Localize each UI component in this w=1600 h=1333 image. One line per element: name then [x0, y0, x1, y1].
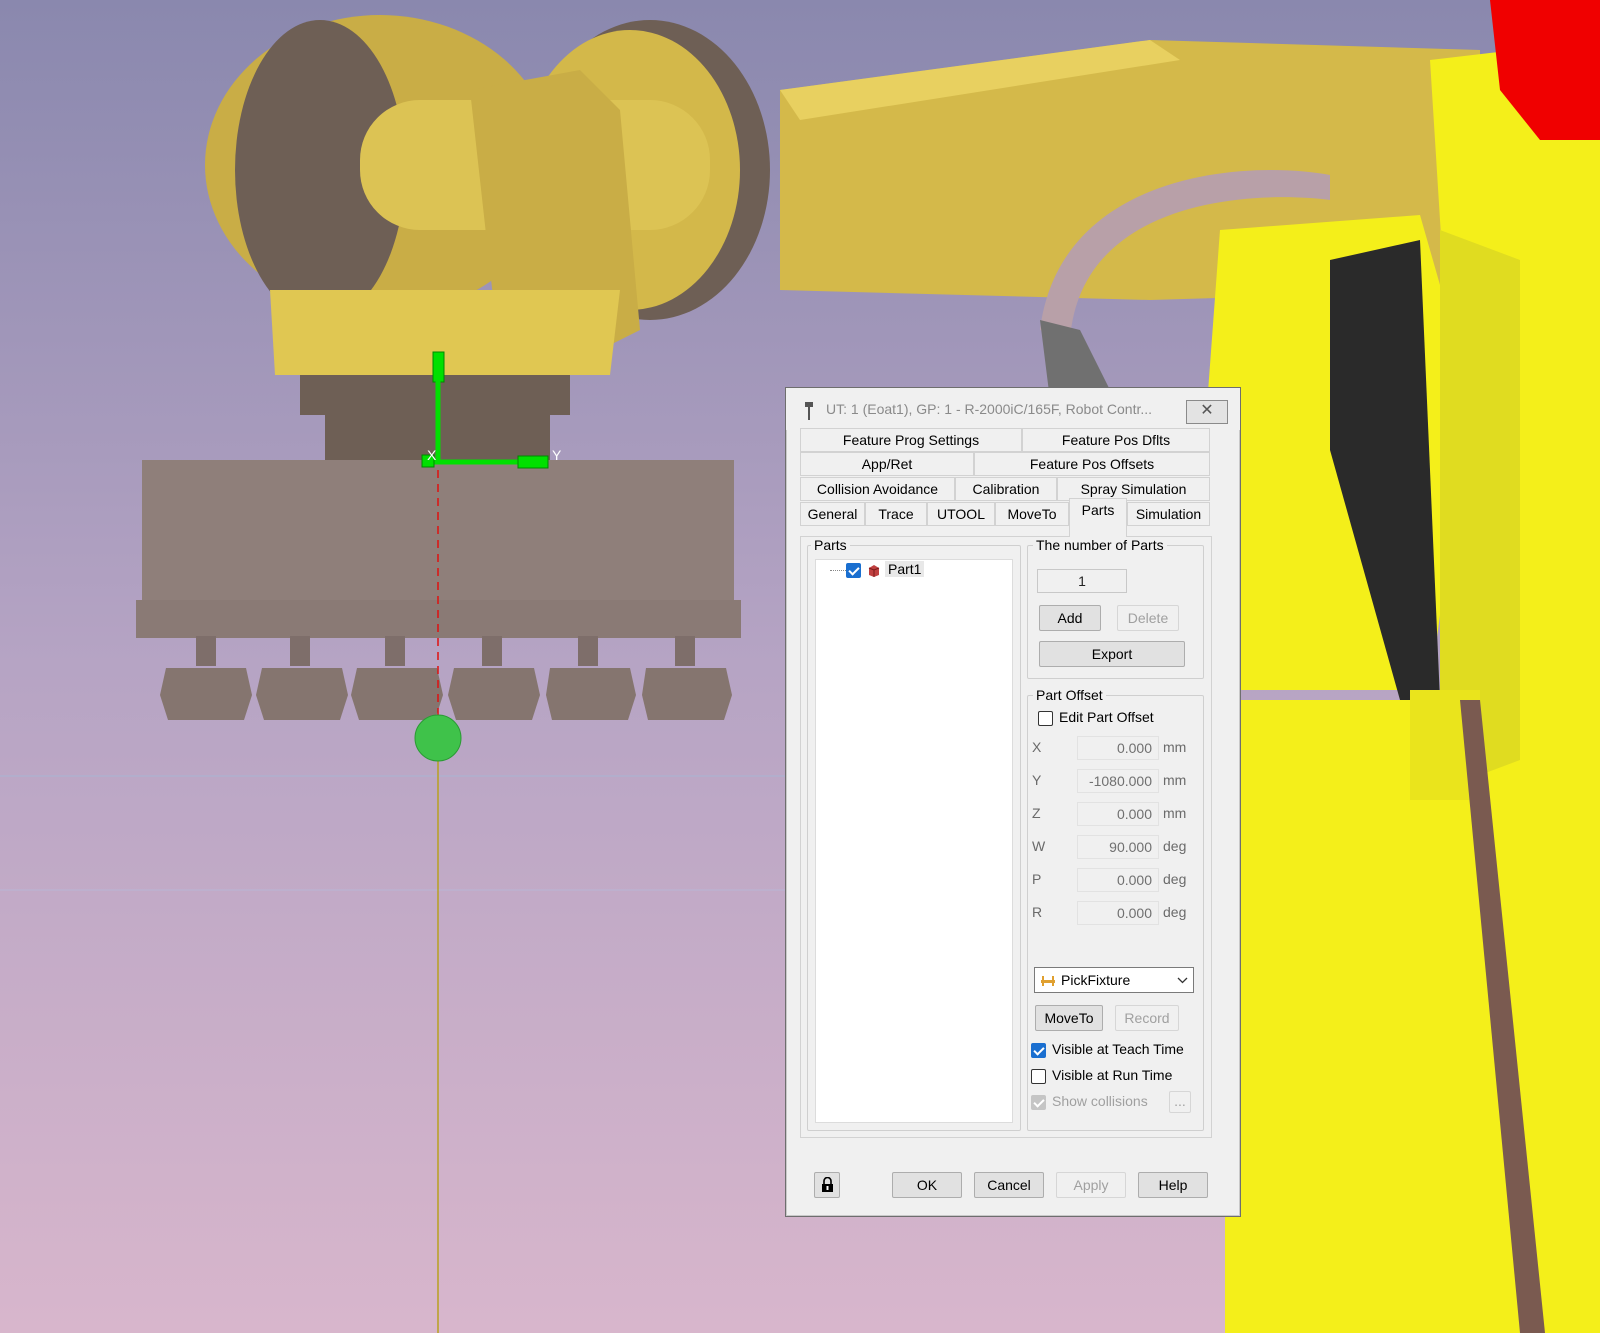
edit-part-offset-label: Edit Part Offset: [1059, 709, 1154, 725]
tree-item-part1[interactable]: Part1: [885, 561, 925, 577]
visible-teach-checkbox[interactable]: [1031, 1043, 1046, 1058]
offset-r-axis: R: [1032, 904, 1043, 920]
tool-properties-dialog: UT: 1 (Eoat1), GP: 1 - R-2000iC/165F, Ro…: [785, 387, 1241, 1217]
help-button[interactable]: Help: [1138, 1172, 1208, 1198]
offset-w-unit: deg: [1163, 838, 1187, 854]
axis-y-label: Y: [552, 447, 562, 463]
collisions-settings-button[interactable]: ...: [1169, 1091, 1191, 1113]
tab-collision-avoidance[interactable]: Collision Avoidance: [800, 477, 955, 501]
offset-r-field[interactable]: 0.000: [1077, 901, 1159, 925]
tab-feature-pos-offsets[interactable]: Feature Pos Offsets: [974, 452, 1210, 476]
offset-x-field[interactable]: 0.000: [1077, 736, 1159, 760]
record-button[interactable]: Record: [1115, 1005, 1179, 1031]
number-of-parts-field: 1: [1037, 569, 1127, 593]
offset-z-field[interactable]: 0.000: [1077, 802, 1159, 826]
offset-p-axis: P: [1032, 871, 1042, 887]
part1-checkbox[interactable]: [846, 563, 861, 578]
offset-p-unit: deg: [1163, 871, 1187, 887]
visible-teach-label: Visible at Teach Time: [1052, 1041, 1184, 1057]
cancel-button[interactable]: Cancel: [974, 1172, 1044, 1198]
offset-y-field[interactable]: -1080.000: [1077, 769, 1159, 793]
tab-parts[interactable]: Parts: [1069, 498, 1127, 537]
offset-w-field[interactable]: 90.000: [1077, 835, 1159, 859]
tab-general[interactable]: General: [800, 502, 865, 526]
offset-z-unit: mm: [1163, 805, 1187, 821]
moveto-button[interactable]: MoveTo: [1035, 1005, 1103, 1031]
offset-y-unit: mm: [1163, 772, 1187, 788]
parts-tree[interactable]: Part1: [815, 559, 1013, 1123]
dialog-title: UT: 1 (Eoat1), GP: 1 - R-2000iC/165F, Ro…: [826, 401, 1153, 417]
parts-group-label: Parts: [811, 537, 850, 553]
offset-w-axis: W: [1032, 838, 1046, 854]
chevron-down-icon: [1177, 977, 1188, 984]
fixture-select-value: PickFixture: [1061, 972, 1131, 988]
part-offset-label: Part Offset: [1033, 687, 1106, 703]
offset-z-axis: Z: [1032, 805, 1041, 821]
fixture-select[interactable]: PickFixture: [1034, 967, 1194, 993]
offset-x-unit: mm: [1163, 739, 1187, 755]
tab-app-ret[interactable]: App/Ret: [800, 452, 974, 476]
lock-button[interactable]: [814, 1172, 840, 1198]
close-button[interactable]: ✕: [1186, 400, 1228, 424]
tcp-sphere[interactable]: [414, 714, 462, 762]
offset-r-unit: deg: [1163, 904, 1187, 920]
tool-icon: [805, 402, 813, 420]
show-collisions-checkbox[interactable]: [1031, 1095, 1046, 1110]
export-button[interactable]: Export: [1039, 641, 1185, 667]
tab-trace[interactable]: Trace: [865, 502, 927, 526]
tab-utool[interactable]: UTOOL: [927, 502, 995, 526]
apply-button[interactable]: Apply: [1056, 1172, 1126, 1198]
delete-button[interactable]: Delete: [1117, 605, 1179, 631]
offset-p-field[interactable]: 0.000: [1077, 868, 1159, 892]
axis-x-label: X: [427, 447, 437, 463]
tab-page-parts: Parts Part1 The number of Parts 1 Add De…: [800, 536, 1212, 1138]
tab-simulation[interactable]: Simulation: [1127, 502, 1210, 526]
fixture-icon: [1041, 976, 1055, 986]
tab-feature-prog-settings[interactable]: Feature Prog Settings: [800, 428, 1022, 452]
tab-moveto[interactable]: MoveTo: [995, 502, 1069, 526]
number-of-parts-label: The number of Parts: [1033, 537, 1167, 553]
edit-part-offset-checkbox[interactable]: [1038, 711, 1053, 726]
ok-button[interactable]: OK: [892, 1172, 962, 1198]
show-collisions-label: Show collisions: [1052, 1093, 1148, 1109]
lock-icon: [822, 1177, 833, 1192]
offset-y-axis: Y: [1032, 772, 1042, 788]
dialog-titlebar[interactable]: UT: 1 (Eoat1), GP: 1 - R-2000iC/165F, Ro…: [786, 388, 1240, 430]
part-cube-icon: [868, 565, 880, 577]
add-button[interactable]: Add: [1039, 605, 1101, 631]
tab-feature-pos-dflts[interactable]: Feature Pos Dflts: [1022, 428, 1210, 452]
tab-calibration[interactable]: Calibration: [955, 477, 1057, 501]
offset-x-axis: X: [1032, 739, 1042, 755]
visible-run-checkbox[interactable]: [1031, 1069, 1046, 1084]
visible-run-label: Visible at Run Time: [1052, 1067, 1173, 1083]
